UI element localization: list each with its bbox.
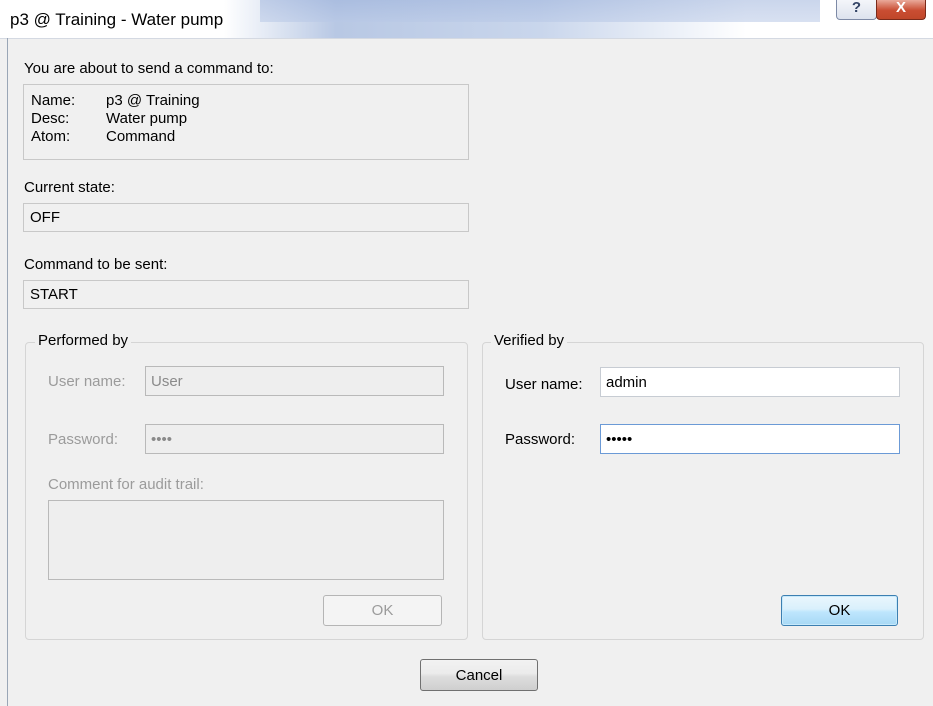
info-desc-value: Water pump — [106, 110, 188, 127]
help-icon: ? — [851, 0, 862, 16]
performed-ok-button[interactable]: OK — [323, 595, 442, 626]
performed-by-legend: Performed by — [35, 332, 132, 349]
title-bar[interactable]: p3 @ Training - Water pump ? X — [0, 0, 933, 39]
command-box: START — [23, 280, 469, 309]
info-desc-key: Desc: — [31, 110, 70, 127]
close-button[interactable]: X — [876, 0, 926, 20]
target-info-box: Name: p3 @ Training Desc: Water pump Ato… — [23, 84, 469, 160]
current-state-value: OFF — [30, 209, 60, 226]
info-name-value: p3 @ Training — [106, 92, 200, 109]
performed-username-input[interactable] — [145, 366, 444, 396]
verified-password-input[interactable] — [600, 424, 900, 454]
current-state-box: OFF — [23, 203, 469, 232]
info-atom-key: Atom: — [31, 128, 71, 145]
current-state-label: Current state: — [24, 179, 115, 196]
performed-password-label: Password: — [48, 431, 119, 448]
cancel-button[interactable]: Cancel — [420, 659, 538, 691]
comment-label: Comment for audit trail: — [48, 476, 204, 493]
info-name-key: Name: — [31, 92, 76, 109]
intro-label: You are about to send a command to: — [24, 60, 274, 77]
verified-username-label: User name: — [505, 376, 583, 393]
comment-textarea[interactable] — [48, 500, 444, 580]
help-button[interactable]: ? — [836, 0, 877, 20]
performed-username-label: User name: — [48, 373, 126, 390]
verified-username-input[interactable] — [600, 367, 900, 397]
window-left-edge — [7, 38, 8, 706]
title-bar-highlight — [260, 0, 820, 22]
verified-ok-button[interactable]: OK — [781, 595, 898, 626]
info-atom-value: Command — [106, 128, 176, 145]
command-value: START — [30, 286, 78, 303]
command-label: Command to be sent: — [24, 256, 168, 273]
performed-password-input[interactable] — [145, 424, 444, 454]
verified-password-label: Password: — [505, 431, 576, 448]
close-icon: X — [895, 0, 906, 16]
window-title: p3 @ Training - Water pump — [10, 10, 224, 29]
verified-by-legend: Verified by — [491, 332, 568, 349]
